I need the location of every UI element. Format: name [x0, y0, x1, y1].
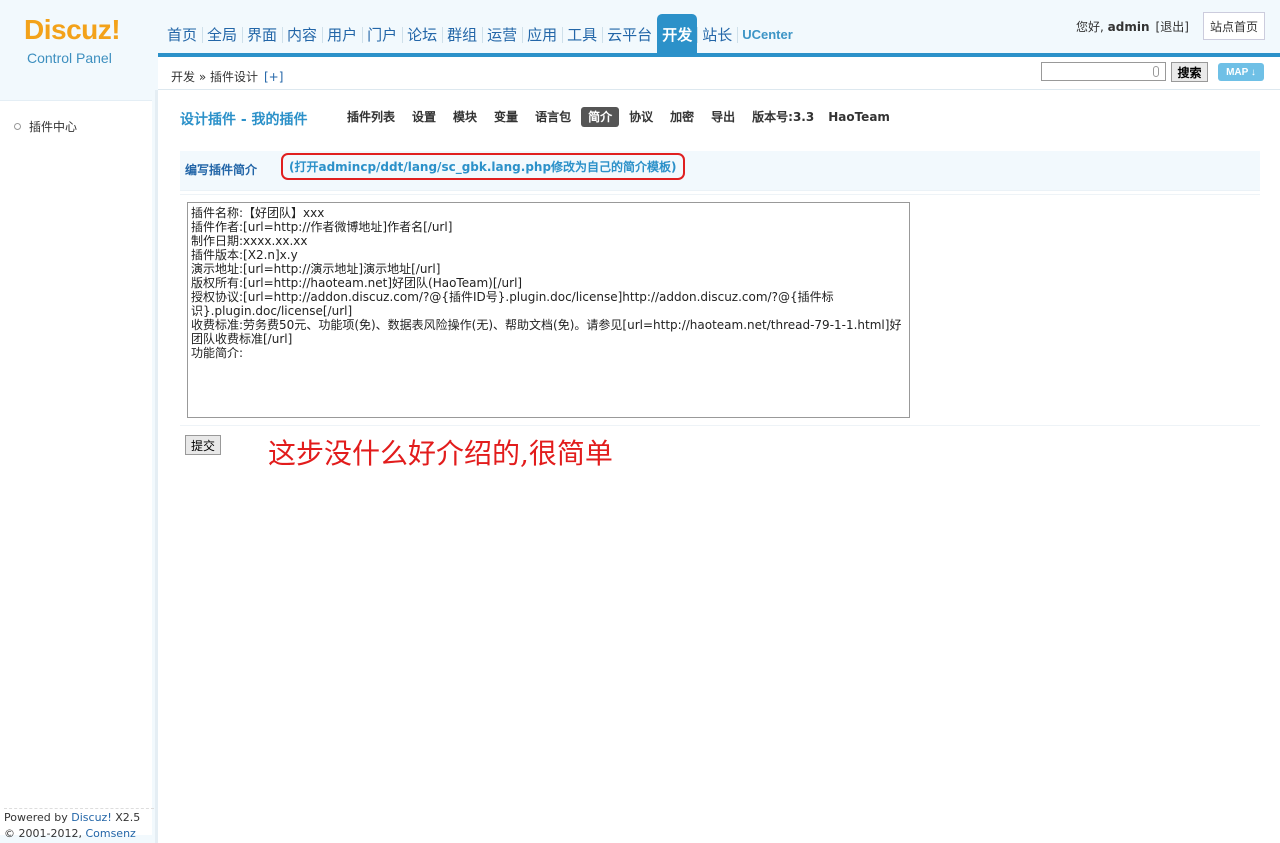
tab-item[interactable]: 简介	[581, 107, 620, 127]
plugin-intro-textarea[interactable]: 插件名称:【好团队】xxx 插件作者:[url=http://作者微博地址]作者…	[187, 202, 910, 418]
section-header: 编写插件简介 (打开admincp/ddt/lang/sc_gbk.lang.p…	[180, 151, 1260, 191]
tab-item[interactable]: 设置	[405, 107, 443, 127]
submit-button[interactable]: 提交	[185, 435, 221, 455]
breadcrumb: 开发 » 插件设计 [+]	[171, 68, 283, 85]
logo-subtitle: Control Panel	[27, 50, 112, 66]
logo-brand: Discuz!	[24, 14, 121, 45]
sidebar-panel: 插件中心	[0, 100, 152, 835]
footer-powered: Powered by	[4, 811, 68, 824]
microphone-icon[interactable]	[1153, 66, 1159, 77]
tab-item[interactable]: 模块	[446, 107, 484, 127]
tab-item[interactable]: 变量	[487, 107, 525, 127]
nav-item[interactable]: 云平台	[602, 14, 657, 54]
tab-item[interactable]: 插件列表	[340, 107, 402, 127]
footer-brand-link[interactable]: Discuz!	[71, 811, 111, 824]
greeting: 您好,	[1076, 20, 1104, 34]
sidebar-item-label: 插件中心	[29, 120, 78, 134]
footer-copyright: © 2001-2012,	[4, 827, 82, 840]
main-content: 设计插件 - 我的插件 插件列表 设置 模块 变量 语言包 简介 协议 加密 导出 版本号:3.3…	[158, 90, 1280, 843]
nav-item[interactable]: 首页	[162, 14, 202, 54]
page-title: 设计插件 - 我的插件	[180, 112, 308, 128]
site-home-button[interactable]: 站点首页	[1203, 12, 1265, 40]
sub-header: 开发 » 插件设计 [+] 搜索 MAP ↓	[158, 57, 1280, 90]
section-hint-highlight: (打开admincp/ddt/lang/sc_gbk.lang.php修改为自己…	[281, 153, 685, 180]
tab-item: 版本号:3.3	[752, 110, 815, 124]
nav-item[interactable]: 论坛	[402, 14, 442, 54]
footer-version: X2.5	[115, 811, 141, 824]
main-nav: 首页 全局 界面 内容 用户 门户 论坛 群组 运营 应用 工具 云平台 开发 站长 UCenter	[162, 14, 798, 54]
logout-link[interactable]: [退出]	[1156, 20, 1189, 34]
user-info: 您好, admin [退出]	[1076, 18, 1189, 35]
logo-area: Discuz! Control Panel	[0, 0, 158, 90]
nav-item[interactable]: 运营	[482, 14, 522, 54]
plugin-tabs: 插件列表 设置 模块 变量 语言包 简介 协议 加密 导出 版本号:3.3 HaoTeam	[340, 107, 897, 127]
nav-item[interactable]: 工具	[562, 14, 602, 54]
nav-item[interactable]: 开发	[657, 14, 698, 54]
nav-item[interactable]: UCenter	[737, 14, 798, 54]
footer: Powered by Discuz! X2.5 © 2001-2012, Com…	[4, 808, 154, 843]
tab-item[interactable]: 协议	[622, 107, 660, 127]
nav-item[interactable]: 界面	[242, 14, 282, 54]
tab-item[interactable]: 语言包	[528, 107, 578, 127]
section-label: 编写插件简介	[185, 163, 258, 177]
annotation-note: 这步没什么好介绍的,很简单	[268, 437, 613, 470]
sidebar-item-plugin-center[interactable]: 插件中心	[14, 118, 77, 135]
divider	[180, 425, 1260, 426]
nav-item[interactable]: 全局	[202, 14, 242, 54]
nav-item[interactable]: 应用	[522, 14, 562, 54]
search-input[interactable]	[1041, 62, 1166, 81]
username: admin	[1107, 20, 1150, 34]
nav-item[interactable]: 用户	[322, 14, 362, 54]
tab-item: HaoTeam	[828, 110, 890, 124]
nav-item[interactable]: 内容	[282, 14, 322, 54]
breadcrumb-path: 开发 » 插件设计	[171, 70, 258, 84]
tab-item[interactable]: 导出	[704, 107, 742, 127]
search-button[interactable]: 搜索	[1171, 62, 1208, 82]
map-button[interactable]: MAP ↓	[1218, 63, 1264, 81]
circle-bullet-icon	[14, 123, 21, 130]
add-shortcut-link[interactable]: [+]	[264, 70, 283, 84]
tab-item[interactable]: 加密	[663, 107, 701, 127]
nav-item[interactable]: 站长	[697, 14, 737, 54]
divider	[180, 194, 1260, 195]
sidebar: 插件中心	[0, 90, 158, 843]
nav-item[interactable]: 群组	[442, 14, 482, 54]
nav-item[interactable]: 门户	[362, 14, 402, 54]
